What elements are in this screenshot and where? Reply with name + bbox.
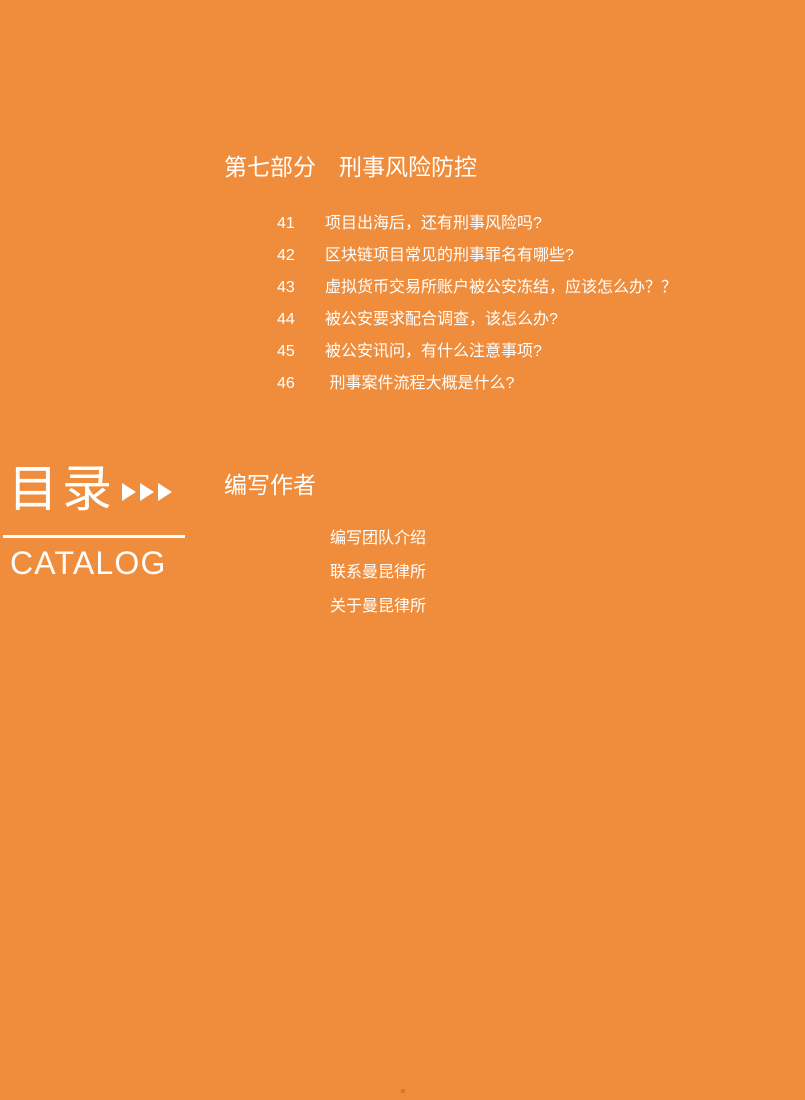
toc-entry-list: 41 项目出海后，还有刑事风险吗? 42 区块链项目常见的刑事罪名有哪些? 43… (224, 208, 784, 400)
section-criminal-risk: 第七部分 刑事风险防控 41 项目出海后，还有刑事风险吗? 42 区块链项目常见… (224, 152, 784, 400)
toc-entry[interactable]: 46 刑事案件流程大概是什么? (224, 368, 784, 400)
catalog-title-en: CATALOG (10, 545, 167, 581)
catalog-arrows-group (122, 483, 172, 501)
author-entry-title: 联系曼昆律所 (330, 564, 427, 581)
toc-entry-number: 44 (277, 311, 295, 328)
toc-entry[interactable]: 41 项目出海后，还有刑事风险吗? (224, 208, 784, 240)
catalog-page: 目录 CATALOG 第七部分 刑事风险防控 41 项目出海后，还有刑事风险吗?… (0, 0, 805, 1100)
play-triangle-icon (122, 483, 136, 501)
section-authors: 编写作者 编写团队介绍 联系曼昆律所 关于曼昆律所 (224, 470, 784, 624)
toc-entry-number: 46 (277, 375, 295, 392)
author-entry[interactable]: 联系曼昆律所 (224, 556, 784, 590)
toc-entry[interactable]: 45 被公安讯问，有什么注意事项? (224, 336, 784, 368)
toc-entry-title: 区块链项目常见的刑事罪名有哪些? (325, 247, 574, 264)
section-heading: 第七部分 刑事风险防控 (224, 154, 477, 180)
section-heading: 编写作者 (224, 472, 316, 498)
toc-entry-number: 43 (277, 279, 295, 296)
toc-entry-number: 42 (277, 247, 295, 264)
toc-entry-number: 45 (277, 343, 295, 360)
author-entry-title: 关于曼昆律所 (330, 598, 427, 615)
author-entry-list: 编写团队介绍 联系曼昆律所 关于曼昆律所 (224, 522, 784, 624)
toc-entry-title: 虚拟货币交易所账户被公安冻结，应该怎么办？？ (325, 279, 678, 296)
play-triangle-icon (158, 483, 172, 501)
catalog-banner: 目录 CATALOG (0, 458, 200, 581)
play-triangle-icon (140, 483, 154, 501)
toc-entry[interactable]: 43 虚拟货币交易所账户被公安冻结，应该怎么办？？ (224, 272, 784, 304)
catalog-title-row: 目录 (0, 458, 200, 520)
toc-entry[interactable]: 44 被公安要求配合调查，该怎么办? (224, 304, 784, 336)
toc-entry-title: 项目出海后，还有刑事风险吗? (325, 215, 542, 232)
author-entry-title: 编写团队介绍 (330, 530, 427, 547)
author-entry[interactable]: 关于曼昆律所 (224, 590, 784, 624)
page-marker-dot (401, 1089, 405, 1093)
toc-entry-title: 刑事案件流程大概是什么? (325, 375, 515, 392)
catalog-divider (3, 535, 185, 538)
author-entry[interactable]: 编写团队介绍 (224, 522, 784, 556)
toc-entry-number: 41 (277, 215, 295, 232)
toc-entry[interactable]: 42 区块链项目常见的刑事罪名有哪些? (224, 240, 784, 272)
toc-entry-title: 被公安讯问，有什么注意事项? (325, 343, 542, 360)
catalog-title-cn: 目录 (8, 461, 116, 517)
toc-entry-title: 被公安要求配合调查，该怎么办? (325, 311, 558, 328)
